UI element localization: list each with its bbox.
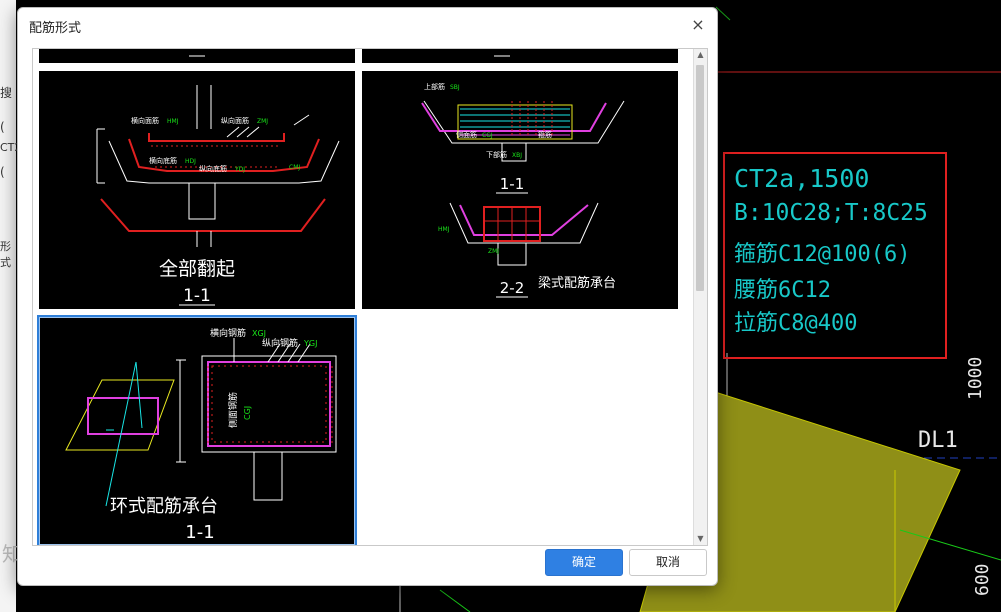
code-zmj: ZMJ — [488, 248, 499, 255]
label-stirrup: 箍筋 — [538, 130, 552, 139]
label-side-bar: 侧面筋 — [456, 130, 477, 139]
code-cgj: CGJ — [482, 132, 493, 139]
cad-annotation-line: CT2a,1500 — [734, 164, 870, 193]
section-label: 1-1 — [185, 522, 214, 543]
option-caption: 梁式配筋承台 — [538, 275, 616, 291]
strip-text: ( — [0, 120, 5, 134]
label-bottom-bar: 下部筋 — [486, 150, 507, 159]
section-label-top: 1-1 — [500, 175, 525, 193]
dialog-title: 配筋形式 — [29, 21, 82, 36]
code-hmj: HMJ — [167, 118, 179, 125]
strip-text: 形式 — [0, 240, 11, 269]
cad-annotation-line: 箍筋C12@100(6) — [734, 242, 911, 267]
vertical-scrollbar[interactable]: ▲ ▼ — [693, 49, 707, 545]
code-hmj: HMJ — [438, 226, 450, 233]
scroll-down-arrow-icon[interactable]: ▼ — [694, 533, 707, 545]
cad-beam-label: DL1 — [918, 428, 958, 453]
cancel-button[interactable]: 取消 — [629, 549, 707, 576]
label-transverse-bar: 横向钢筋 — [210, 327, 246, 339]
options-gallery: 横向面筋 HMJ 纵向面筋 ZMJ 横向底筋 HDJ 纵向底筋 YDJ CMJ … — [32, 48, 708, 546]
option-full-bent-up[interactable]: 横向面筋 HMJ 纵向面筋 ZMJ 横向底筋 HDJ 纵向底筋 YDJ CMJ … — [39, 71, 355, 309]
cad-annotation-line: B:10C28;T:8C25 — [734, 200, 928, 226]
option-caption: 全部翻起 — [159, 258, 235, 280]
option-ring-type[interactable]: 横向钢筋 XGJ 纵向钢筋 YGJ 侧面钢筋 CGJ 环式配筋承台 1-1 — [37, 315, 357, 545]
label-top-bar: 上部筋 — [424, 82, 445, 91]
close-icon[interactable]: × — [689, 16, 707, 34]
label-transverse-top: 横向面筋 — [131, 116, 159, 125]
code-xgj: XGJ — [252, 329, 266, 338]
option-thumbnail-partial[interactable] — [39, 49, 355, 63]
scroll-up-arrow-icon[interactable]: ▲ — [694, 49, 707, 61]
code-sbj: SBJ — [450, 84, 460, 91]
code-hdj: HDJ — [185, 158, 196, 165]
cad-annotation-line: 腰筋6C12 — [734, 278, 831, 303]
option-caption: 环式配筋承台 — [110, 496, 218, 517]
strip-text: 搜 — [0, 86, 13, 100]
code-cgj: CGJ — [243, 406, 252, 420]
section-label-bottom: 2-2 — [500, 279, 525, 297]
code-zmj: ZMJ — [257, 118, 268, 125]
code-ygj: YGJ — [303, 339, 317, 348]
strip-text: ( — [0, 165, 5, 179]
label-transverse-bottom: 横向底筋 — [149, 156, 177, 165]
label-longitudinal-top: 纵向面筋 — [221, 116, 249, 125]
cad-annotation-line: 拉筋C8@400 — [734, 311, 858, 336]
code-cmj: CMJ — [289, 164, 300, 171]
section-label: 1-1 — [183, 286, 211, 306]
code-xbj: XBJ — [512, 152, 522, 159]
label-side-bar: 侧面钢筋 — [227, 392, 239, 428]
option-thumbnail-partial[interactable] — [362, 49, 678, 63]
ok-button[interactable]: 确定 — [545, 549, 623, 576]
code-ydj: YDJ — [234, 166, 245, 173]
rebar-form-dialog: 配筋形式 × 横向面筋 HMJ 纵向面筋 ZMJ 横向底筋 HDJ 纵向底筋 Y… — [17, 7, 718, 586]
label-longitudinal-bottom: 纵向底筋 — [199, 164, 227, 173]
cad-dim-vertical: 1000 — [965, 356, 986, 400]
option-beam-type[interactable]: 上部筋 SBJ 侧面筋 CGJ 箍筋 下部筋 XBJ 1-1 HMJ ZMJ 2… — [362, 71, 678, 309]
label-longitudinal-bar: 纵向钢筋 — [262, 337, 298, 349]
background-panel-strip: 搜 ( CT2 ( 形式 — [0, 0, 21, 612]
cad-dim-bottom: 600 — [972, 563, 993, 596]
scrollbar-thumb[interactable] — [696, 65, 704, 291]
